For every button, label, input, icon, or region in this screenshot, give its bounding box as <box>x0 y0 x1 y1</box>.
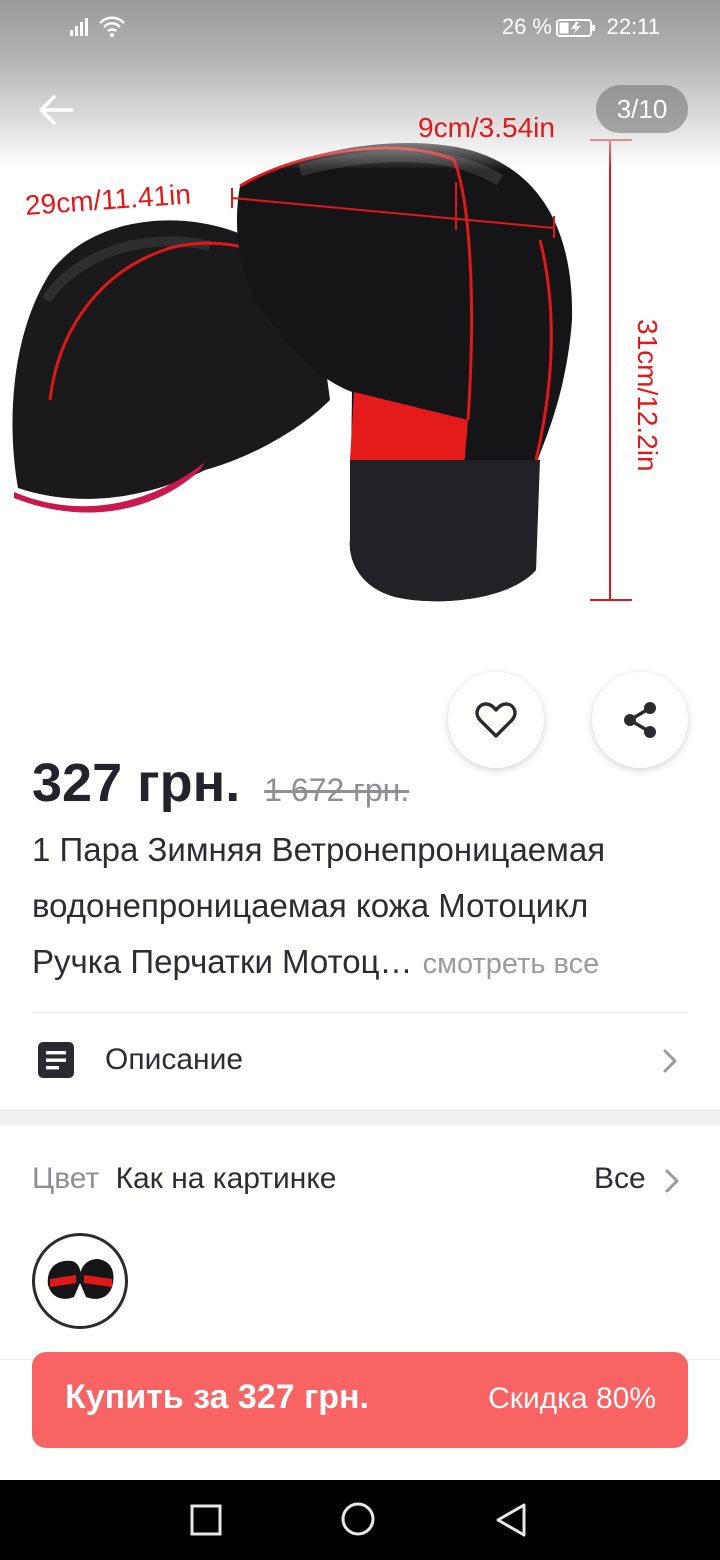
color-label: Цвет <box>32 1162 100 1195</box>
dimension-label-height: 31cm/12.2in <box>632 319 663 472</box>
share-icon <box>624 702 656 738</box>
color-swatch[interactable] <box>32 1233 128 1329</box>
battery-percent: 26 % <box>501 14 552 39</box>
favorite-button[interactable] <box>448 672 544 768</box>
discount-label: Скидка 80% <box>488 1382 656 1415</box>
product-title[interactable]: 1 Пара Зимняя Ветронепроницаемая водонеп… <box>32 822 692 992</box>
swatch-thumbnail <box>47 1259 114 1299</box>
section-separator <box>0 1109 720 1125</box>
buy-button-label: Купить за 327 грн. <box>65 1378 369 1416</box>
chevron-right-icon <box>663 1049 677 1073</box>
product-image-gallery[interactable]: 29cm/11.41in 9cm/3.54in 31cm/12.2in 3/10 <box>0 0 720 660</box>
image-counter: 3/10 <box>596 85 688 133</box>
title-line-2: водонепроницаемая кожа Мотоцикл <box>32 887 589 924</box>
old-price: 1 672 грн. <box>264 772 410 808</box>
heart-icon <box>475 702 517 738</box>
document-icon <box>38 1042 74 1078</box>
dimension-label-depth: 9cm/3.54in <box>418 112 555 143</box>
status-bar: 26 % 22:11 <box>0 0 720 56</box>
description-label: Описание <box>105 1043 244 1076</box>
share-button[interactable] <box>592 672 688 768</box>
current-price: 327 грн. <box>32 753 241 813</box>
description-row[interactable]: Описание <box>0 1013 720 1109</box>
see-all-link[interactable]: смотреть все <box>423 948 600 980</box>
nav-back-icon[interactable] <box>494 1502 528 1538</box>
clock: 22:11 <box>606 14 660 39</box>
back-arrow-icon <box>39 95 74 125</box>
price-row: 327 грн. 1 672 грн. <box>32 752 409 814</box>
buy-button[interactable]: Купить за 327 грн. Скидка 80% <box>32 1352 688 1448</box>
system-navigation-bar <box>0 1480 720 1560</box>
nav-home-icon[interactable] <box>340 1501 376 1537</box>
all-colors-link[interactable]: Все <box>594 1162 646 1196</box>
title-line-3: Ручка Перчатки Мотоц… смотреть все <box>32 934 692 992</box>
chevron-right-icon[interactable] <box>664 1168 680 1194</box>
signal-icon <box>70 18 88 36</box>
battery-icon <box>556 19 595 37</box>
wifi-icon <box>99 16 125 37</box>
color-value: Как на картинке <box>115 1162 337 1195</box>
title-line-3-text: Ручка Перчатки Мотоц… <box>32 943 413 980</box>
title-line-1: 1 Пара Зимняя Ветронепроницаемая <box>32 831 606 868</box>
color-row: Цвет Как на картинке <box>32 1162 337 1196</box>
back-button[interactable] <box>30 86 82 134</box>
nav-recent-icon[interactable] <box>190 1504 222 1536</box>
